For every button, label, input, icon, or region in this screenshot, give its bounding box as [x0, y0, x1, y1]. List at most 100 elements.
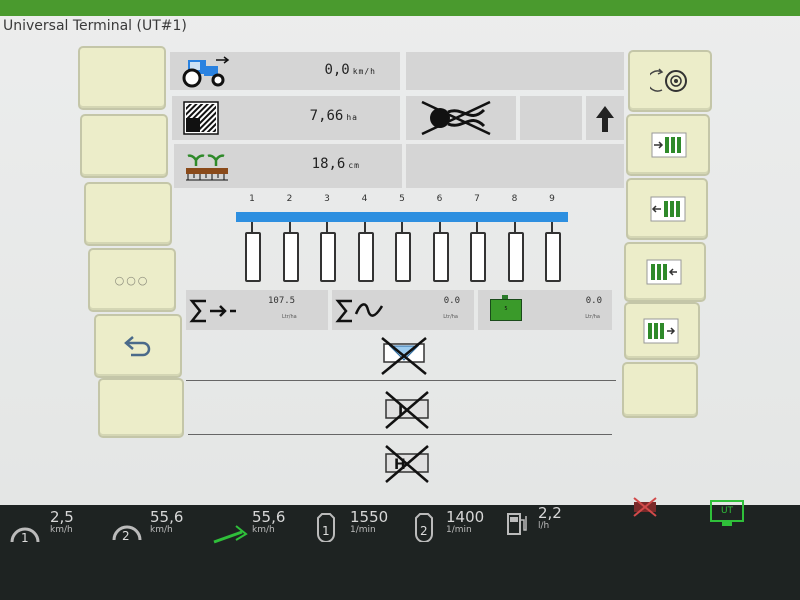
row-divider-2 [188, 434, 612, 435]
section-right-out-icon [646, 259, 682, 285]
speed-readout: 0,0 km/h [324, 62, 376, 78]
lift-cell [586, 96, 624, 140]
sections-on-right-button[interactable] [624, 302, 700, 360]
section-nozzle[interactable] [245, 232, 261, 282]
section-number: 6 [436, 194, 443, 204]
tractor-icon [182, 56, 230, 88]
section-number: 8 [511, 194, 518, 204]
up-arrow-icon [596, 106, 614, 132]
nozzle-stem [251, 222, 253, 232]
softkey-more-button[interactable]: ○○○ [88, 248, 176, 312]
area-value: 7,66 [309, 108, 344, 124]
status-cell-top-right [406, 52, 624, 90]
title-bar [0, 0, 800, 16]
tank-cap [502, 295, 508, 299]
nozzle-stem [326, 222, 328, 232]
fuel-pump-icon [507, 513, 527, 535]
wheel-speed-1-unit: km/h [50, 525, 73, 535]
engine-1-badge: 1 [322, 524, 330, 538]
lift-i-disabled-icon: I [385, 391, 429, 429]
tank-cell[interactable]: 5 0.0 Ltr/ha [478, 290, 612, 330]
fuel-value: 2,2 [538, 504, 562, 522]
softkey-left-6[interactable] [98, 378, 184, 438]
back-arrow-icon [124, 336, 151, 357]
engine-2-value: 1400 [446, 508, 485, 526]
engine-1-value: 1550 [350, 508, 389, 526]
section-arrow-in-icon [651, 132, 687, 158]
wheel-calibration-button[interactable] [628, 50, 712, 112]
section-nozzle[interactable] [395, 232, 411, 282]
area-readout: 7,66 ha [310, 108, 358, 124]
marker-disabled-icon [421, 100, 491, 136]
total-applied-value: 107.5 [268, 296, 296, 306]
softkey-left-3[interactable] [84, 182, 172, 246]
more-label: ○○○ [114, 273, 150, 287]
speedometer-1-icon: 1 [10, 527, 40, 545]
section-arrow-out-icon [650, 196, 686, 222]
depth-cell: 18,6 cm [174, 144, 402, 188]
indicator-cell-empty [520, 96, 582, 140]
ground-speed-unit: km/h [252, 525, 275, 535]
implement-alarm-icon[interactable] [630, 496, 660, 518]
section-right-in-icon [643, 318, 679, 344]
nozzle-stem [438, 222, 441, 232]
sections-off-right-button[interactable] [624, 242, 706, 302]
section-number: 9 [549, 194, 555, 204]
section-nozzle[interactable] [507, 232, 524, 282]
engine-1-unit: 1/min [350, 525, 376, 535]
total-applied-unit: Ltr/ha [282, 314, 297, 320]
softkey-left-1[interactable] [78, 46, 166, 110]
depth-value: 18,6 [311, 156, 346, 172]
rate-value: 0.0 [443, 296, 460, 306]
sections-off-left-button[interactable] [626, 178, 708, 240]
row-divider-1 [186, 380, 616, 381]
section-nozzle[interactable] [470, 232, 486, 282]
section-nozzle[interactable] [320, 232, 336, 282]
window-title: Universal Terminal (UT#1) [3, 18, 187, 34]
nozzle-stem [401, 222, 403, 232]
radar-speed-icon [213, 525, 248, 544]
rate-unit: Ltr/ha [443, 314, 458, 320]
nozzle-stem [363, 222, 366, 232]
section-number: 1 [249, 194, 255, 204]
section-nozzle[interactable] [432, 232, 449, 282]
section-nozzle[interactable] [282, 232, 299, 282]
total-applied-cell[interactable]: 107.5 Ltr/ha [186, 290, 328, 330]
fuel-unit: l/h [538, 521, 550, 531]
boom-bar [236, 212, 568, 222]
depth-unit: cm [348, 161, 360, 170]
ground-speed-value: 55,6 [252, 508, 286, 526]
tank-value: 0.0 [585, 296, 602, 306]
wheel-speed-2-value: 55,6 [150, 508, 184, 526]
softkey-right-6[interactable] [622, 362, 698, 418]
back-button[interactable] [94, 314, 182, 378]
tank-icon: 5 [490, 299, 522, 321]
sections-on-left-button[interactable] [626, 114, 710, 176]
rate-cell[interactable]: 0.0 Ltr/ha [332, 290, 474, 330]
engine-2-unit: 1/min [446, 525, 472, 535]
tank-unit: Ltr/ha [585, 314, 600, 320]
wheel-rotate-icon [650, 68, 687, 92]
section-number: 4 [361, 194, 368, 204]
speedometer-2-icon: 2 [112, 525, 142, 543]
area-unit: ha [346, 113, 358, 122]
section-nozzle[interactable] [357, 232, 374, 282]
nozzle-stem [551, 222, 553, 232]
lift-h-disabled-icon: H [385, 445, 429, 483]
section-nozzle[interactable] [545, 232, 561, 282]
marker-cell [406, 96, 516, 140]
nozzle-stem [288, 222, 291, 232]
sum-arrow-icon [189, 299, 236, 323]
depth-readout: 18,6 cm [312, 156, 360, 172]
section-number: 5 [399, 194, 405, 204]
ut-label: UT [720, 506, 734, 516]
wheel-speed-1-value: 2,5 [50, 508, 74, 526]
softkey-left-2[interactable] [80, 114, 168, 178]
ut-button[interactable]: UT [710, 500, 744, 522]
section-number: 3 [324, 194, 330, 204]
speed-value: 0,0 [324, 62, 350, 78]
wheel-speed-2-unit: km/h [150, 525, 173, 535]
field-area-icon [183, 101, 219, 135]
ut-button-stand [722, 522, 732, 526]
terminal-screen: Universal Terminal (UT#1) ○○○ 0,0 km/h 7… [0, 0, 800, 505]
